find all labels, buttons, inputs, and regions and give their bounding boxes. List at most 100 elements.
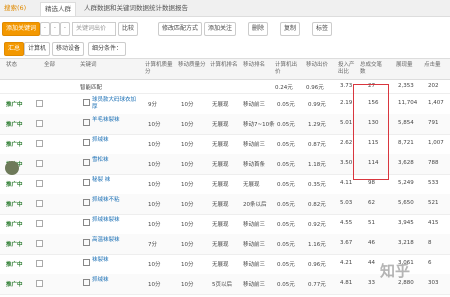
add-keyword-button[interactable]: 添加关键词 — [2, 22, 41, 36]
cell-deals: 44 — [368, 260, 375, 266]
tab-report[interactable]: 人群数据和关键词数据统计数据报告 — [80, 2, 192, 15]
row-checkbox[interactable] — [36, 200, 43, 207]
cell-impr: 3,628 — [398, 160, 414, 166]
table-row[interactable]: 推广中 高温袜裂袜 7分 10分 无展现 移动前三 0.05元 1.16元 3.67 46 3,21… — [0, 234, 450, 255]
cell-pcr: 无展现 — [212, 182, 229, 188]
segment-dropdown[interactable]: 细分条件： — [88, 42, 127, 56]
cell-mq: 10分 — [181, 122, 194, 128]
tab-search[interactable]: 搜索(6) — [0, 2, 30, 15]
cell-status: 推广中 — [6, 242, 23, 248]
toolbar-button-a[interactable]: · — [40, 22, 50, 36]
cell-mr: 移动7~10条 — [243, 122, 275, 128]
cell-pcq: 10分 — [148, 122, 161, 128]
cell-mr: 20条以后 — [243, 202, 267, 208]
smart-m-bid: 0.96元 — [306, 85, 324, 91]
cell-kw[interactable]: 球员款大码球衣加厚 — [92, 97, 136, 111]
table-header: 状态 全部 关键词 计算机质量分 移动质量分 计算机排名 移动排名 计算机出价 … — [0, 58, 450, 80]
cell-pcb: 0.05元 — [277, 222, 295, 228]
col-status[interactable]: 状态 — [6, 62, 17, 69]
cell-kw[interactable]: 高温袜裂袜 — [92, 237, 136, 244]
col-pc-bid[interactable]: 计算机出价 — [275, 62, 301, 76]
compare-button[interactable]: 比较 — [118, 22, 139, 36]
cell-kw[interactable]: 袜裂袜 — [92, 257, 136, 264]
toolbar: 添加关键词 · · · 关键词出价 比较 修改匹配方式 添加关注 删除 复制 标… — [0, 22, 450, 36]
cell-roi: 5.03 — [340, 200, 353, 206]
summary-button[interactable]: 汇总 — [4, 42, 25, 56]
row-checkbox[interactable] — [36, 100, 43, 107]
change-match-button[interactable]: 修改匹配方式 — [158, 22, 203, 36]
col-keyword[interactable]: 关键词 — [80, 62, 97, 69]
tab-crowd[interactable]: 精选人群 — [40, 2, 76, 16]
cell-mb: 1.18元 — [308, 162, 326, 168]
cell-kw[interactable]: 抓绒袜 — [92, 277, 136, 284]
row-checkbox[interactable] — [36, 120, 43, 127]
keyword-device-icon — [83, 179, 90, 186]
cell-deals: 98 — [368, 180, 375, 186]
avatar — [5, 161, 19, 175]
cell-mb: 0.87元 — [308, 142, 326, 148]
cell-mr: 移动前三 — [243, 222, 266, 228]
row-checkbox[interactable] — [36, 260, 43, 267]
row-checkbox[interactable] — [36, 220, 43, 227]
cell-kw[interactable]: 羊毛袜裂袜 — [92, 117, 136, 124]
row-checkbox[interactable] — [36, 180, 43, 187]
cell-pcb: 0.05元 — [277, 102, 295, 108]
cell-status: 推广中 — [6, 222, 23, 228]
cell-pcq: 10分 — [148, 282, 161, 288]
add-watch-button[interactable]: 添加关注 — [204, 22, 237, 36]
cell-roi: 4.81 — [340, 280, 353, 286]
col-clicks[interactable]: 点击量 — [424, 62, 441, 69]
cell-impr: 5,650 — [398, 200, 414, 206]
cell-mq: 10分 — [181, 142, 194, 148]
cell-mr: 移动前三 — [243, 262, 266, 268]
row-checkbox[interactable] — [36, 160, 43, 167]
row-checkbox[interactable] — [36, 140, 43, 147]
tag-button[interactable]: 标签 — [312, 22, 333, 36]
cell-kw[interactable]: 抓绒袜 — [92, 137, 136, 144]
row-checkbox[interactable] — [36, 280, 43, 287]
cell-pcb: 0.05元 — [277, 282, 295, 288]
cell-impr: 3,218 — [398, 240, 414, 246]
col-pc-rank[interactable]: 计算机排名 — [210, 62, 240, 69]
cell-clicks: 1,407 — [428, 100, 444, 106]
col-m-rank[interactable]: 移动排名 — [243, 62, 265, 69]
col-impr[interactable]: 展现量 — [396, 62, 413, 69]
cell-kw[interactable]: 抓绒袜裂袜 — [92, 217, 136, 224]
cell-pcb: 0.05元 — [277, 142, 295, 148]
cell-kw[interactable]: 抓绒袜不粘 — [92, 197, 136, 204]
bid-search-input[interactable]: 关键词出价 — [72, 22, 116, 36]
cell-mq: 10分 — [181, 262, 194, 268]
cell-mb: 0.96元 — [308, 262, 326, 268]
cell-impr: 5,249 — [398, 180, 414, 186]
cell-clicks: 521 — [428, 200, 439, 206]
col-m-quality[interactable]: 移动质量分 — [178, 62, 208, 69]
table-row[interactable]: 推广中 抓绒袜裂袜 10分 10分 无展现 移动前三 0.05元 0.92元 4.55 51 3,9… — [0, 214, 450, 235]
device-mobile-button[interactable]: 移动设备 — [52, 42, 85, 56]
col-pc-quality[interactable]: 计算机质量分 — [145, 62, 175, 76]
toolbar-button-c[interactable]: · — [60, 22, 70, 36]
cell-mb: 0.35元 — [308, 182, 326, 188]
cell-mr: 移动首条 — [243, 162, 266, 168]
cell-impr: 11,704 — [398, 100, 418, 106]
cell-roi: 2.19 — [340, 100, 353, 106]
cell-pcq: 10分 — [148, 262, 161, 268]
cell-status: 推广中 — [6, 202, 23, 208]
row-checkbox[interactable] — [36, 240, 43, 247]
device-pc-button[interactable]: 计算机 — [24, 42, 51, 56]
copy-button[interactable]: 复制 — [280, 22, 301, 36]
delete-button[interactable]: 删除 — [248, 22, 269, 36]
col-all[interactable]: 全部 — [44, 62, 55, 69]
table-row[interactable]: 推广中 抓绒袜不粘 10分 10分 无展现 20条以后 0.05元 0.82元 5.03 62 5,… — [0, 194, 450, 215]
col-deals[interactable]: 总成交笔数 — [360, 62, 386, 76]
cell-mb: 0.77元 — [308, 282, 326, 288]
col-m-bid[interactable]: 移动出价 — [306, 62, 328, 69]
cell-deals: 33 — [368, 280, 375, 286]
cell-kw[interactable]: 秘裂 袜 — [92, 177, 136, 184]
cell-mb: 0.99元 — [308, 102, 326, 108]
cell-roi: 5.01 — [340, 120, 353, 126]
cell-mr: 无展现 — [243, 182, 260, 188]
cell-clicks: 533 — [428, 180, 439, 186]
toolbar-button-b[interactable]: · — [50, 22, 60, 36]
col-roi[interactable]: 投入产出比 — [338, 62, 356, 76]
cell-kw[interactable]: 雪松袜 — [92, 157, 136, 164]
